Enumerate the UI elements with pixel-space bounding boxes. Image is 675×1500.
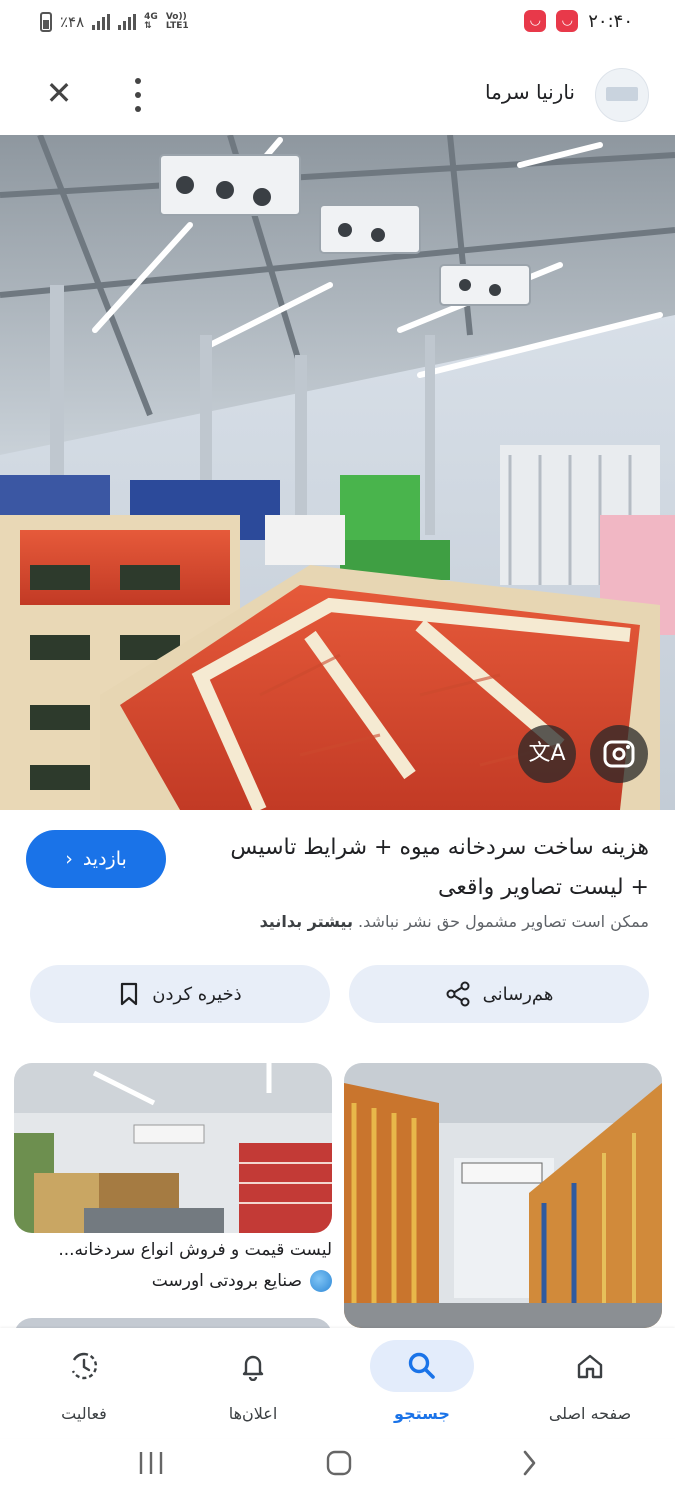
copyright-notice: ممکن است تصاویر مشمول حق نشر نباشد. بیشت… xyxy=(260,912,649,931)
result-title[interactable]: هزینه ساخت سردخانه میوه + شرایط تاسیس + … xyxy=(219,828,649,908)
signal-icon xyxy=(92,14,111,30)
related-title[interactable]: لیست قیمت و فروش انواع سردخانه... xyxy=(14,1240,332,1260)
share-button[interactable]: هم‌رسانی xyxy=(349,965,649,1023)
related-thumbnail xyxy=(14,1063,332,1233)
battery-level: ٪۴۸ xyxy=(60,13,85,31)
related-image-card-2[interactable] xyxy=(344,1063,662,1328)
bottom-nav: صفحه اصلی جستجو اعلان‌ها فعالیت xyxy=(0,1328,675,1438)
volte-indicator: Vo)) LTE1 xyxy=(165,12,189,31)
related-thumbnail-2 xyxy=(344,1063,662,1328)
nav-home[interactable]: صفحه اصلی xyxy=(510,1340,670,1423)
nav-home-label: صفحه اصلی xyxy=(548,1404,632,1423)
back-icon[interactable] xyxy=(514,1448,544,1478)
nav-search[interactable]: جستجو xyxy=(342,1340,502,1423)
lens-glyph xyxy=(603,740,635,768)
activity-history-icon xyxy=(32,1340,136,1392)
site-logo-icon[interactable] xyxy=(595,68,649,122)
recent-apps-icon[interactable] xyxy=(134,1448,168,1478)
lens-icon[interactable] xyxy=(590,725,648,783)
save-button[interactable]: ذخیره کردن xyxy=(30,965,330,1023)
nav-notifications[interactable]: اعلان‌ها xyxy=(173,1340,333,1423)
viewer-header: ✕ نارنیا سرما xyxy=(0,60,675,130)
close-icon[interactable]: ✕ xyxy=(44,77,74,109)
home-icon xyxy=(538,1340,642,1392)
clock: ۲۰:۴۰ xyxy=(588,10,633,32)
more-vert-icon[interactable] xyxy=(128,78,148,112)
hero-image[interactable]: 文A xyxy=(0,135,675,810)
share-icon xyxy=(446,981,470,1007)
save-label: ذخیره کردن xyxy=(152,983,242,1005)
status-bar: ٪۴۸ 4G ⇅ Vo)) LTE1 ◡ ◡ ۲۰:۴۰ xyxy=(0,0,675,50)
site-name[interactable]: نارنیا سرما xyxy=(485,80,575,104)
visit-label: بازدید xyxy=(82,848,127,870)
nav-activity-label: فعالیت xyxy=(61,1404,107,1423)
related-source-name: صنایع برودتی اورست xyxy=(151,1271,302,1291)
battery-icon xyxy=(40,12,52,32)
search-icon xyxy=(370,1340,474,1392)
signal-icon-2 xyxy=(118,14,137,30)
home-button-icon[interactable] xyxy=(322,1448,356,1478)
status-left: ٪۴۸ 4G ⇅ Vo)) LTE1 xyxy=(40,12,189,32)
bookmark-icon xyxy=(121,982,138,1006)
share-label: هم‌رسانی xyxy=(482,983,554,1005)
app-notification-icon-2: ◡ xyxy=(556,10,579,32)
learn-more-link[interactable]: بیشتر بدانید xyxy=(260,912,353,931)
nav-notifications-label: اعلان‌ها xyxy=(228,1404,278,1423)
system-nav-bar xyxy=(0,1440,675,1500)
network-type: 4G ⇅ xyxy=(144,12,158,31)
bell-icon xyxy=(201,1340,305,1392)
cold-storage-illustration xyxy=(0,135,675,810)
visit-button[interactable]: بازدید ‹ xyxy=(26,830,166,888)
translate-icon[interactable]: 文A xyxy=(518,725,576,783)
nav-activity[interactable]: فعالیت xyxy=(4,1340,164,1423)
nav-search-label: جستجو xyxy=(394,1404,450,1423)
related-source: صنایع برودتی اورست xyxy=(152,1270,332,1292)
chevron-left-icon: ‹ xyxy=(65,848,73,870)
status-right: ◡ ◡ ۲۰:۴۰ xyxy=(524,10,633,32)
related-image-card[interactable] xyxy=(14,1063,332,1233)
source-favicon-icon xyxy=(310,1270,332,1292)
app-notification-icon: ◡ xyxy=(524,10,547,32)
copyright-text: ممکن است تصاویر مشمول حق نشر نباشد. xyxy=(358,912,649,931)
